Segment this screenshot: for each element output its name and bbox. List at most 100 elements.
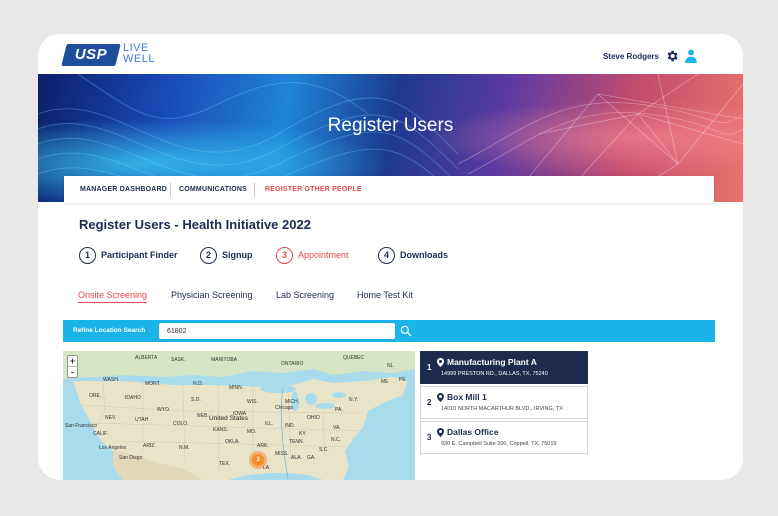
map-label: TENN. — [289, 439, 304, 445]
map-label: KANS. — [213, 427, 229, 433]
step-downloads[interactable]: 4 Downloads — [378, 246, 448, 264]
step-label: Downloads — [400, 250, 449, 260]
map-label: N.D. — [193, 381, 203, 387]
zoom-out-button[interactable]: - — [68, 367, 77, 378]
map-cluster-marker[interactable]: 3 — [249, 451, 267, 469]
manager-nav: MANAGER DASHBOARD COMMUNICATIONS REGISTE… — [64, 176, 714, 203]
step-number: 1 — [79, 246, 96, 264]
map-label: S.C. — [319, 447, 329, 453]
map-label: MONT. — [145, 381, 161, 387]
nav-communications[interactable]: COMMUNICATIONS — [179, 186, 247, 193]
map-label: N.C. — [331, 437, 341, 443]
map-label: COLO. — [173, 421, 189, 427]
map-label: MISS. — [275, 451, 289, 457]
step-number: 2 — [200, 246, 217, 264]
tab-lab-screening[interactable]: Lab Screening — [276, 290, 334, 300]
map-pin-icon — [437, 357, 444, 367]
map-label: ORE. — [89, 393, 102, 399]
map-label: KY. — [299, 431, 307, 437]
map-label: QUEBEC — [343, 355, 365, 361]
nav-divider — [254, 183, 255, 197]
search-label: Refine Location Search — [73, 327, 146, 334]
location-map[interactable]: + - ALBERTA SASK. MANITOBA ONTARIO QUEBE… — [63, 351, 415, 480]
location-name: Box Mill 1 — [437, 392, 487, 402]
cluster-count: 3 — [252, 454, 264, 466]
location-card[interactable]: 3 Dallas Office 930 E. Campbell Suite 20… — [420, 421, 588, 454]
map-label: San Diego — [119, 455, 143, 461]
map-label: NEB. — [197, 413, 209, 419]
map-label: TEX. — [219, 461, 231, 467]
top-bar: USP LIVE WELL Steve Rodgers — [38, 34, 743, 74]
map-label: IDAHO — [125, 395, 141, 401]
map-label: ONTARIO — [281, 361, 304, 367]
map-label: IND. — [285, 423, 295, 429]
map-label: OHIO — [307, 415, 320, 421]
map-label: N.Y. — [349, 397, 359, 403]
location-search-bar: Refine Location Search — [63, 320, 715, 342]
map-label: UTAH — [135, 417, 149, 423]
brand-tagline: LIVE WELL — [123, 42, 155, 65]
step-appointment[interactable]: 3 Appointment — [276, 246, 349, 264]
map-label: ALA. — [291, 455, 302, 461]
map-label: S.D. — [191, 397, 201, 403]
map-label: N.M. — [179, 445, 190, 451]
step-number: 3 — [276, 246, 293, 264]
location-address: 14999 PRESTON RD., DALLAS, TX, 75240 — [441, 371, 548, 377]
map-pin-icon — [437, 427, 444, 437]
map-label: VA. — [333, 425, 341, 431]
location-number: 2 — [427, 398, 432, 407]
step-number: 4 — [378, 246, 395, 264]
step-label: Appointment — [298, 250, 349, 260]
map-label: WASH. — [103, 377, 120, 383]
search-icon[interactable] — [399, 324, 413, 338]
map-label: Los Angeles — [99, 445, 127, 451]
map-label: NEV. — [105, 415, 117, 421]
hero-title: Register Users — [327, 115, 454, 136]
map-label: San Francisco — [65, 423, 97, 429]
map-label: ILL. — [265, 421, 274, 427]
map-label: WYO. — [157, 407, 171, 413]
step-signup[interactable]: 2 Signup — [200, 246, 253, 264]
tab-home-test-kit[interactable]: Home Test Kit — [357, 290, 413, 300]
location-number: 3 — [427, 433, 432, 442]
map-label: Chicago — [275, 405, 294, 411]
map-pin-icon — [437, 392, 444, 402]
location-name: Dallas Office — [437, 427, 499, 437]
map-label: PA. — [335, 407, 343, 413]
map-zoom-control: + - — [67, 355, 78, 378]
map-label: WIS. — [247, 399, 258, 405]
map-label: ME — [381, 379, 389, 385]
location-address: 930 E. Campbell Suite 200, Coppell, TX, … — [441, 441, 557, 447]
gear-icon[interactable] — [665, 49, 679, 63]
step-label: Signup — [222, 250, 253, 260]
tab-physician-screening[interactable]: Physician Screening — [171, 290, 253, 300]
tab-onsite-screening[interactable]: Onsite Screening — [78, 290, 148, 303]
page-heading: Register Users - Health Initiative 2022 — [79, 217, 311, 232]
location-name: Manufacturing Plant A — [437, 357, 537, 367]
zoom-in-button[interactable]: + — [68, 356, 77, 367]
location-card[interactable]: 2 Box Mill 1 14010 NORTH MACARTHUR BLVD.… — [420, 386, 588, 419]
nav-manager-dashboard[interactable]: MANAGER DASHBOARD — [80, 186, 167, 193]
map-label: SASK. — [171, 357, 186, 363]
location-address: 14010 NORTH MACARTHUR BLVD., IRVING, TX — [441, 406, 563, 412]
location-card[interactable]: 1 Manufacturing Plant A 14999 PRESTON RD… — [420, 351, 588, 384]
app-window: USP LIVE WELL Steve Rodgers Register Use… — [38, 34, 743, 480]
nav-divider — [170, 183, 171, 197]
step-label: Participant Finder — [101, 250, 178, 260]
map-label: PE — [399, 377, 406, 383]
step-participant-finder[interactable]: 1 Participant Finder — [79, 246, 178, 264]
map-country-label: United States — [209, 415, 249, 422]
map-label: CALIF. — [93, 431, 109, 437]
map-label: MO. — [247, 429, 257, 435]
usp-logo[interactable]: USP — [61, 44, 121, 66]
search-input[interactable] — [159, 323, 395, 339]
map-label: ALBERTA — [135, 355, 158, 361]
location-number: 1 — [427, 363, 432, 372]
map-label: ARK. — [257, 443, 269, 449]
map-label: ARIZ. — [143, 443, 156, 449]
user-icon[interactable] — [685, 49, 697, 63]
map-label: MINN. — [229, 385, 244, 391]
nav-register-other-people[interactable]: REGISTER OTHER PEOPLE — [265, 186, 362, 193]
map-label: OKLA. — [225, 439, 240, 445]
user-name[interactable]: Steve Rodgers — [603, 52, 659, 61]
